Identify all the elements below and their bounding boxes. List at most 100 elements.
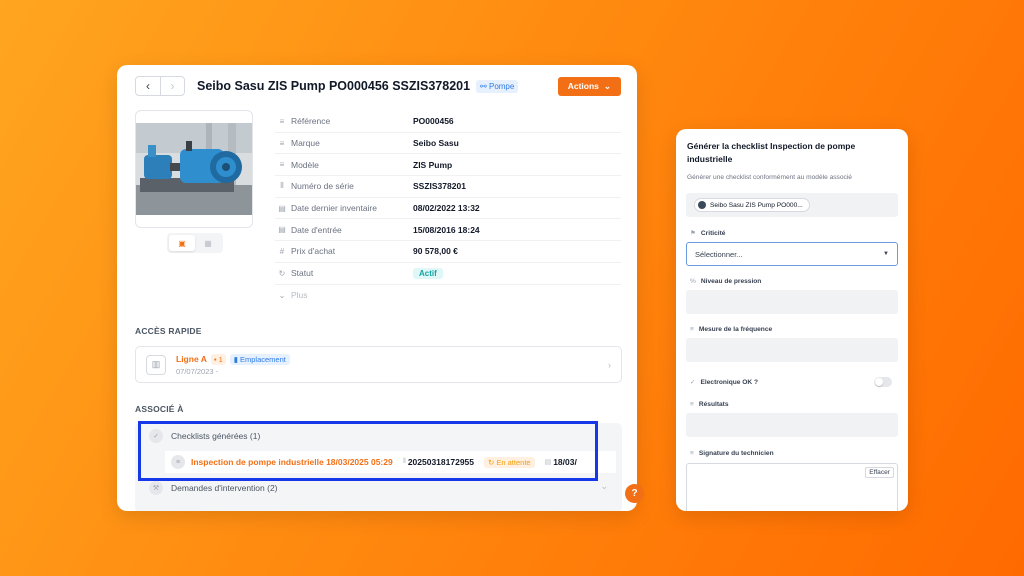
electronique-toggle[interactable] xyxy=(874,377,892,387)
criticite-label: ⚑ Criticité xyxy=(690,229,726,238)
property-row: ↻ Statut Actif xyxy=(275,263,621,285)
property-row: ≡ Référence PO000456 xyxy=(275,111,621,133)
property-row: ≡ Marque Seibo Sasu xyxy=(275,133,621,155)
refresh-icon: ↻ xyxy=(278,268,286,278)
resultats-input[interactable] xyxy=(686,413,898,437)
caret-down-icon: ▼ xyxy=(883,251,889,257)
view-toggle: ▣ ▦ xyxy=(167,233,223,253)
asset-thumbnail-icon xyxy=(698,201,706,209)
chevron-down-icon: ⌄ xyxy=(600,481,608,491)
photo-view-button[interactable]: ▣ xyxy=(169,235,195,251)
associated-heading: ASSOCIÉ À xyxy=(135,404,184,414)
calendar-icon: ▤ xyxy=(278,225,286,235)
interventions-group-header[interactable]: ⚒ Demandes d'intervention (2) xyxy=(149,481,278,495)
chevron-right-icon: › xyxy=(170,79,175,93)
property-value: 90 578,00 € xyxy=(413,246,458,257)
wrench-icon: ⚒ xyxy=(149,481,163,495)
link-icon: ⚯ xyxy=(480,81,489,91)
electronique-label: ✓ Electronique OK ? xyxy=(690,378,758,387)
property-label: Statut xyxy=(291,268,314,279)
status-badge: Actif xyxy=(413,267,443,279)
signature-label: ≡ Signature du technicien xyxy=(690,450,774,457)
quick-access-text: Ligne A ▪ 1 ▮ Emplacement 07/07/2023 - xyxy=(176,353,290,376)
quick-access-heading: ACCÈS RAPIDE xyxy=(135,326,202,336)
calendar-icon: ▤ xyxy=(278,203,286,213)
asset-selector: Seibo Sasu ZIS Pump PO000... xyxy=(686,193,898,217)
property-label: Marque xyxy=(291,138,320,149)
count-badge: ▪ 1 xyxy=(210,353,226,365)
previous-button[interactable]: ‹ xyxy=(136,77,160,95)
frequence-input[interactable] xyxy=(686,338,898,362)
grid-view-button[interactable]: ▦ xyxy=(195,235,221,251)
actions-button-label: Actions xyxy=(567,81,599,91)
nav-arrows: ‹ › xyxy=(135,76,185,96)
interventions-group-label: Demandes d'intervention (2) xyxy=(171,483,278,493)
clear-signature-button[interactable]: Effacer xyxy=(865,467,894,478)
resultats-label-text: Résultats xyxy=(698,401,729,408)
frequence-label-text: Mesure de la fréquence xyxy=(698,326,773,333)
actions-button[interactable]: Actions ⌄ xyxy=(557,76,621,96)
criticite-select[interactable]: Sélectionner... ▼ xyxy=(686,242,898,266)
flag-icon: ⚑ xyxy=(690,230,696,237)
more-label: Plus xyxy=(291,290,308,301)
asset-chip[interactable]: Seibo Sasu ZIS Pump PO000... xyxy=(694,198,810,212)
quick-access-item[interactable]: ▥ Ligne A ▪ 1 ▮ Emplacement 07/07/2023 -… xyxy=(135,346,622,383)
lines-icon: ≡ xyxy=(690,326,694,333)
chevron-left-icon: ‹ xyxy=(146,79,150,93)
generate-checklist-panel: Générer la checklist Inspection de pompe… xyxy=(676,129,908,511)
chevron-right-icon: › xyxy=(608,359,611,370)
property-value: SSZIS378201 xyxy=(413,181,466,192)
location-tag: ▮ Emplacement xyxy=(229,353,290,365)
next-button[interactable]: › xyxy=(160,77,184,95)
quick-access-date: 07/07/2023 - xyxy=(176,366,219,376)
property-value: Seibo Sasu xyxy=(413,138,459,149)
resultats-label: ≡ Résultats xyxy=(690,401,729,408)
property-row: ▤ Date dernier inventaire 08/02/2022 13:… xyxy=(275,198,621,220)
count-value: 1 xyxy=(218,354,223,364)
criticite-label-text: Criticité xyxy=(700,229,726,237)
lines-icon: ≡ xyxy=(279,116,285,126)
category-tag[interactable]: ⚯ Pompe xyxy=(476,79,519,93)
properties-list: ≡ Référence PO000456 ≡ Marque Seibo Sasu… xyxy=(275,111,621,306)
lines-icon: ≡ xyxy=(279,160,285,170)
lines-icon: ≡ xyxy=(690,401,694,408)
more-toggle[interactable]: ⌄ Plus xyxy=(275,285,621,307)
location-name: Ligne A xyxy=(176,354,207,364)
property-row: # Prix d'achat 90 578,00 € xyxy=(275,241,621,263)
property-value: 08/02/2022 13:32 xyxy=(413,203,480,214)
asset-photo[interactable] xyxy=(135,110,253,228)
property-label: Numéro de série xyxy=(291,181,354,192)
property-label: Référence xyxy=(291,116,331,127)
pression-input[interactable] xyxy=(686,290,898,314)
lines-icon: ≡ xyxy=(690,450,694,457)
help-button[interactable]: ? xyxy=(625,484,644,503)
property-row: ⦀ Numéro de série SSZIS378201 xyxy=(275,176,621,198)
pump-image xyxy=(136,123,252,215)
signature-label-text: Signature du technicien xyxy=(698,450,774,457)
property-label: Modèle xyxy=(291,159,319,170)
form-title: Générer la checklist Inspection de pompe… xyxy=(687,141,856,164)
page-title: Seibo Sasu ZIS Pump PO000456 SSZIS378201 xyxy=(197,79,471,93)
image-icon: ▣ xyxy=(178,238,186,248)
property-label: Date d'entrée xyxy=(291,224,342,235)
property-label: Date dernier inventaire xyxy=(291,203,377,214)
check-icon: ✓ xyxy=(690,379,696,386)
property-row: ≡ Modèle ZIS Pump xyxy=(275,154,621,177)
grid-icon: ▦ xyxy=(204,238,212,248)
property-value: PO000456 xyxy=(413,116,454,127)
pression-label-text: Niveau de pression xyxy=(700,278,762,285)
property-value: ZIS Pump xyxy=(413,159,453,170)
property-label: Prix d'achat xyxy=(291,246,336,257)
criticite-placeholder: Sélectionner... xyxy=(695,249,743,259)
percent-icon: % xyxy=(690,278,696,285)
pression-label: % Niveau de pression xyxy=(690,278,761,285)
building-icon: ▥ xyxy=(146,354,166,375)
quick-access-title-line: Ligne A ▪ 1 ▮ Emplacement xyxy=(176,353,290,365)
property-row: ▤ Date d'entrée 15/08/2016 18:24 xyxy=(275,219,621,242)
frequence-label: ≡ Mesure de la fréquence xyxy=(690,326,772,333)
hash-icon: # xyxy=(279,246,285,256)
location-tag-label: Emplacement xyxy=(240,354,286,364)
chevron-down-icon: ⌄ xyxy=(278,290,286,300)
form-subtitle: Générer une checklist conformément au mo… xyxy=(687,174,852,181)
signature-pad[interactable]: Effacer xyxy=(686,463,898,511)
